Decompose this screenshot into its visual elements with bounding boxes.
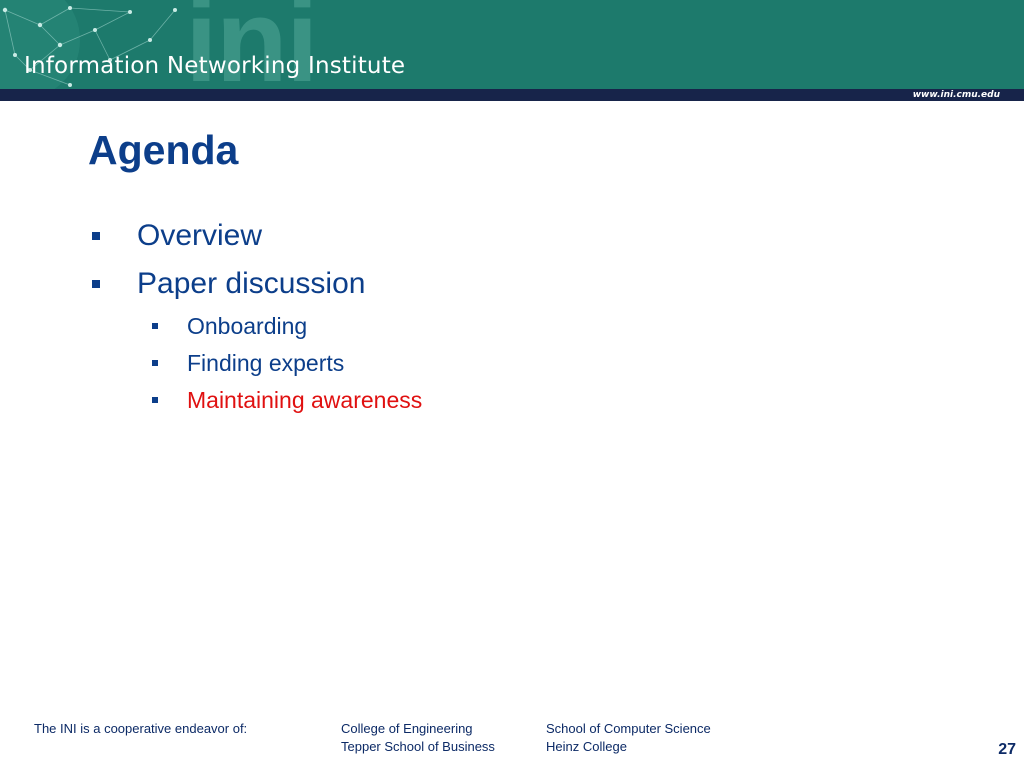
slide-title: Agenda [88, 127, 239, 173]
footer-college: College of Engineering [341, 721, 473, 736]
bullet-text: Overview [137, 219, 263, 252]
website-url: www.ini.cmu.edu [912, 90, 1000, 100]
footer-college: Heinz College [546, 739, 627, 754]
header-banner: ini Information Networking Institute [0, 0, 1024, 90]
footer-lead-text: The INI is a cooperative endeavor of: [34, 721, 248, 736]
sub-bullet-item: Onboarding [152, 312, 652, 340]
bullet-item: Paper discussion [92, 267, 692, 301]
sub-bullet-text: Onboarding [187, 313, 308, 339]
bullet-text: Paper discussion [137, 267, 366, 300]
square-bullet-icon [92, 280, 100, 288]
square-bullet-icon [152, 397, 158, 403]
footer-college: Tepper School of Business [341, 739, 495, 754]
footer: The INI is a cooperative endeavor of: Co… [0, 715, 1024, 768]
square-bullet-icon [152, 323, 158, 329]
sub-bullet-item: Finding experts [152, 349, 652, 377]
square-bullet-icon [92, 232, 100, 240]
institute-name: Information Networking Institute [24, 53, 406, 79]
sub-bullet-item: Maintaining awareness [152, 386, 652, 414]
square-bullet-icon [152, 360, 158, 366]
slide: ini Information Networking Institute www… [0, 0, 1024, 768]
sub-bullet-text: Maintaining awareness [187, 387, 423, 413]
page-number: 27 [998, 741, 1016, 758]
footer-college: School of Computer Science [546, 721, 711, 736]
navy-divider-bar [0, 89, 1024, 101]
bullet-item: Overview [92, 219, 692, 253]
sub-bullet-text: Finding experts [187, 350, 345, 376]
